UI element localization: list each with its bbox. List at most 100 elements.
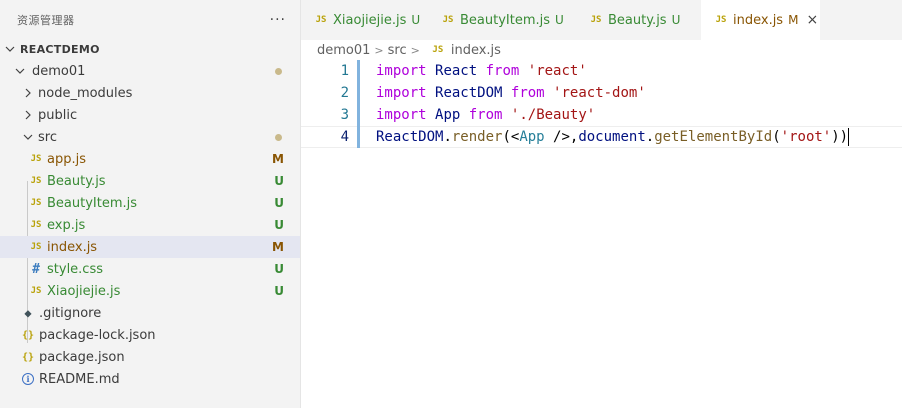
tab-beauty-js[interactable]: JS Beauty.js U [576,0,701,40]
tree-item-label: index.js [47,239,98,255]
code-token: . [443,129,452,145]
tree-item-readme-md[interactable]: i README.md [0,368,300,390]
breadcrumb-separator: > [410,43,420,57]
editor-tabs: JS Xiaojiejie.js U JS BeautyItem.js U JS… [301,0,902,40]
breadcrumb-item-demo01[interactable]: demo01 [317,43,370,58]
line-number: 1 [340,63,349,79]
modified-dot-indicator [275,134,282,141]
js-file-icon: JS [315,15,327,25]
tab-label: Xiaojiejie.js [333,12,407,28]
code-line[interactable]: 1 import React from 'react' [301,60,902,82]
tree-item-xiaojiejie-js[interactable]: JS Xiaojiejie.js U [0,280,300,302]
modified-dot-indicator [275,68,282,75]
tab-beautyitem-js[interactable]: JS BeautyItem.js U [428,0,576,40]
code-token: React [435,63,478,79]
js-file-icon: JS [30,176,42,186]
tree-item-style-css[interactable]: # style.css U [0,258,300,280]
line-number: 3 [340,107,349,123]
more-actions-button[interactable]: ··· [270,12,286,28]
code-line[interactable]: 2 import ReactDOM from 'react-dom' [301,82,902,104]
tree-item-package-lock-json[interactable]: {} package-lock.json [0,324,300,346]
tree-item-src[interactable]: src [0,126,300,148]
gutter-change-marker [357,82,360,104]
js-file-icon: JS [590,15,602,25]
tree-item-package-json[interactable]: {} package.json [0,346,300,368]
code-token: />, [544,129,579,145]
git-status-badge: U [274,262,284,276]
tree-root-reactdemo[interactable]: REACTDEMO [0,38,300,60]
code-token: 'root' [780,129,832,145]
git-status-badge: U [671,13,681,27]
info-icon: i [20,373,36,385]
code-token: getElementById [654,129,773,145]
explorer-sidebar: 资源管理器 ··· REACTDEMO demo01 node_modules … [0,0,301,408]
git-status-badge: M [272,152,284,166]
tree-item-label: Xiaojiejie.js [47,283,121,299]
code-token: './Beauty' [510,107,596,123]
js-file-icon: JS [432,45,444,55]
code-text: import ReactDOM from 'react-dom' [376,85,646,101]
code-token: from [485,63,520,79]
code-token: ReactDOM [376,129,444,145]
editor-area: JS Xiaojiejie.js U JS BeautyItem.js U JS… [301,0,902,408]
tree-item-label: demo01 [32,63,86,79]
tree-item-label: BeautyItem.js [47,195,138,211]
tab-xiaojiejie-js[interactable]: JS Xiaojiejie.js U [301,0,428,40]
code-token: . [645,129,655,145]
gutter-change-marker [357,60,360,82]
code-token: (< [502,129,520,145]
js-file-icon: JS [442,15,454,25]
tree-item-demo01[interactable]: demo01 [0,60,300,82]
breadcrumb-item-index-js[interactable]: index.js [451,43,501,58]
tree-item-label: Beauty.js [47,173,106,189]
tree-item-beautyitem-js[interactable]: JS BeautyItem.js U [0,192,300,214]
code-token: App [435,107,461,123]
gutter-change-marker [357,126,360,148]
js-file-icon: JS [30,154,42,164]
tab-index-js[interactable]: JS index.js M × [701,0,821,40]
git-status-badge: U [555,13,564,27]
tree-item-public[interactable]: public [0,104,300,126]
tree-item-node-modules[interactable]: node_modules [0,82,300,104]
gutter-change-marker [357,104,360,126]
tree-item-index-js[interactable]: JS index.js M [0,236,300,258]
git-status-badge: U [274,174,284,188]
code-text: import React from 'react' [376,63,587,79]
code-token: import [376,63,427,79]
tree-item-exp-js[interactable]: JS exp.js U [0,214,300,236]
code-text: import App from './Beauty' [376,107,595,123]
js-file-icon: JS [30,242,42,252]
chevron-right-icon [20,107,36,123]
git-status-badge: U [274,196,284,210]
tree-item-label: public [38,107,78,123]
breadcrumb-separator: > [374,43,384,57]
tree-item-label: package-lock.json [39,327,156,343]
git-status-badge: U [411,13,421,27]
text-cursor [848,128,850,146]
code-token: ( [772,129,781,145]
line-number: 4 [340,129,349,145]
code-token: import [376,85,427,101]
tree-item-label: src [38,129,57,145]
tab-label: BeautyItem.js [460,12,551,28]
close-tab-icon[interactable]: × [806,12,818,28]
tree-item-app-js[interactable]: JS app.js M [0,148,300,170]
git-icon: ◆ [24,306,32,320]
breadcrumb-item-src[interactable]: src [388,43,407,58]
code-line[interactable]: 3 import App from './Beauty' [301,104,902,126]
tree-item-gitignore[interactable]: ◆ .gitignore [0,302,300,324]
code-editor[interactable]: 1 import React from 'react' 2 import ReactD… [301,60,902,148]
chevron-right-icon [20,85,36,101]
tree-item-label: app.js [47,151,86,167]
code-token: from [468,107,503,123]
code-line[interactable]: 4 ReactDOM.render(<App />,document.getEle… [301,126,902,148]
tree-item-beauty-js[interactable]: JS Beauty.js U [0,170,300,192]
code-text: ReactDOM.render(<App />,document.getElem… [376,128,850,146]
code-token: )) [831,129,849,145]
